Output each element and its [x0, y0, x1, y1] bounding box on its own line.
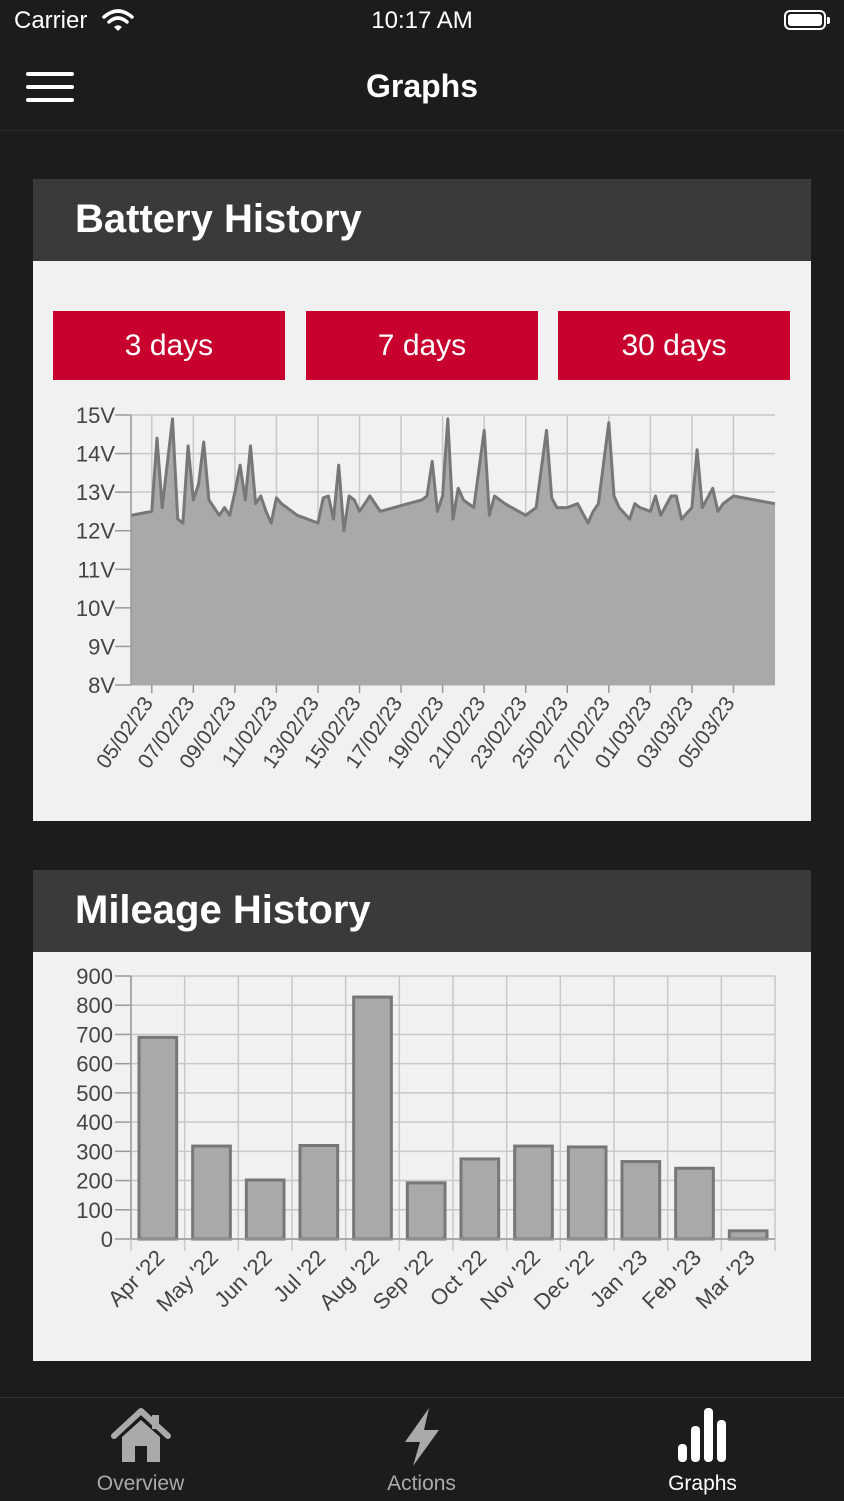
range-3-days-button[interactable]: 3 days — [53, 311, 285, 380]
range-7-days-button[interactable]: 7 days — [306, 311, 538, 380]
mileage-bar — [620, 1160, 662, 1241]
x-tick-label: Nov '22 — [475, 1245, 545, 1315]
lightning-icon — [405, 1408, 439, 1466]
range-30-days-button[interactable]: 30 days — [558, 311, 790, 380]
mileage-bar — [405, 1181, 447, 1241]
y-tick-label: 11V — [77, 557, 115, 582]
y-tick-label: 15V — [76, 403, 115, 428]
x-tick-label: Dec '22 — [529, 1245, 599, 1315]
y-tick-label: 600 — [76, 1052, 113, 1077]
y-tick-label: 10V — [76, 596, 115, 621]
y-tick-label: 13V — [76, 480, 115, 505]
tab-actions-label: Actions — [387, 1472, 456, 1495]
battery-history-title: Battery History — [75, 197, 362, 241]
y-tick-label: 9V — [88, 634, 115, 659]
mileage-bar — [727, 1229, 769, 1241]
tab-graphs-label: Graphs — [668, 1472, 737, 1495]
graphs-content[interactable]: Battery History 3 days 7 days 30 days 15… — [0, 131, 844, 1397]
mileage-bar — [137, 1035, 179, 1241]
y-tick-label: 400 — [76, 1110, 113, 1135]
battery-history-header: Battery History — [33, 179, 811, 261]
mileage-bar — [674, 1166, 715, 1241]
y-tick-label: 800 — [76, 993, 113, 1018]
house-icon — [111, 1408, 171, 1462]
y-tick-label: 0 — [101, 1227, 113, 1252]
x-tick-label: Sep '22 — [368, 1245, 438, 1315]
battery-history-chart: 15V14V13V12V11V10V9V8V05/02/2307/02/2309… — [76, 403, 776, 773]
tab-graphs[interactable]: Graphs — [562, 1398, 843, 1501]
mileage-history-title: Mileage History — [75, 888, 371, 932]
bar-chart-icon — [678, 1408, 726, 1462]
mileage-bar — [244, 1178, 286, 1241]
mileage-bar — [459, 1157, 501, 1241]
x-tick-label: Feb '23 — [637, 1245, 706, 1314]
tab-bar: Overview Actions Graphs — [0, 1397, 844, 1501]
y-tick-label: 12V — [76, 519, 115, 544]
page-title: Graphs — [365, 68, 479, 104]
battery-icon — [784, 10, 830, 30]
x-tick-label: Jun '22 — [209, 1245, 276, 1312]
y-tick-label: 100 — [76, 1198, 113, 1223]
x-tick-label: Mar '23 — [691, 1245, 760, 1314]
mileage-bar — [298, 1143, 340, 1241]
y-tick-label: 900 — [76, 964, 113, 989]
tab-actions[interactable]: Actions — [281, 1398, 562, 1501]
y-tick-label: 8V — [88, 673, 115, 698]
y-tick-label: 500 — [76, 1081, 113, 1106]
clock: 10:17 AM — [371, 7, 473, 34]
y-tick-label: 700 — [76, 1022, 113, 1047]
status-bar: Carrier 10:17 AM — [0, 0, 844, 44]
y-tick-label: 14V — [76, 442, 115, 467]
mileage-bar — [566, 1145, 608, 1241]
tab-overview[interactable]: Overview — [0, 1398, 281, 1501]
tab-overview-label: Overview — [96, 1472, 185, 1495]
nav-bar: Graphs — [0, 44, 844, 131]
battery-history-card: Battery History 3 days 7 days 30 days 15… — [33, 179, 811, 821]
mileage-history-chart: 9008007006005004003002001000Apr '22May '… — [76, 964, 776, 1317]
mileage-history-header: Mileage History — [33, 870, 811, 952]
mileage-bar — [513, 1144, 554, 1241]
mileage-bar — [191, 1144, 232, 1241]
mileage-bar — [352, 995, 393, 1241]
y-tick-label: 300 — [76, 1139, 113, 1164]
y-tick-label: 200 — [76, 1169, 113, 1194]
mileage-history-card: Mileage History 900 800 700 600 500 400 300 200… — [33, 870, 811, 1361]
